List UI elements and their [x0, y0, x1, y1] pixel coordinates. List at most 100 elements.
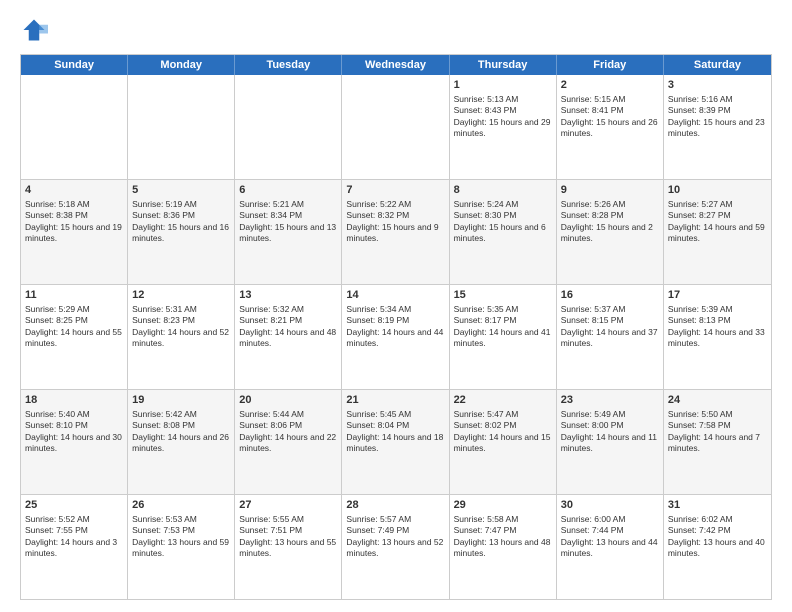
daylight-text: Daylight: 14 hours and 11 minutes.	[561, 432, 657, 453]
daylight-text: Daylight: 14 hours and 41 minutes.	[454, 327, 551, 348]
sunrise-text: Sunrise: 5:32 AM	[239, 304, 304, 314]
sunset-text: Sunset: 8:41 PM	[561, 105, 624, 115]
header-day-saturday: Saturday	[664, 55, 771, 75]
day-number: 4	[25, 183, 123, 198]
daylight-text: Daylight: 14 hours and 3 minutes.	[25, 537, 117, 558]
day-number: 17	[668, 288, 767, 303]
calendar-cell: 17Sunrise: 5:39 AMSunset: 8:13 PM Dayligh…	[664, 285, 771, 389]
header-day-monday: Monday	[128, 55, 235, 75]
calendar-cell	[235, 75, 342, 179]
calendar-cell	[128, 75, 235, 179]
day-number: 11	[25, 288, 123, 303]
sunrise-text: Sunrise: 5:34 AM	[346, 304, 411, 314]
daylight-text: Daylight: 14 hours and 26 minutes.	[132, 432, 229, 453]
calendar-cell: 9Sunrise: 5:26 AMSunset: 8:28 PMDaylight…	[557, 180, 664, 284]
header-day-thursday: Thursday	[450, 55, 557, 75]
sunrise-text: Sunrise: 5:39 AM	[668, 304, 733, 314]
day-number: 13	[239, 288, 337, 303]
sunset-text: Sunset: 8:25 PM	[25, 315, 88, 325]
day-number: 1	[454, 78, 552, 93]
sunset-text: Sunset: 8:43 PM	[454, 105, 517, 115]
sunrise-text: Sunrise: 5:49 AM	[561, 409, 626, 419]
day-number: 24	[668, 393, 767, 408]
sunrise-text: Sunrise: 5:31 AM	[132, 304, 197, 314]
day-number: 22	[454, 393, 552, 408]
sunrise-text: Sunrise: 5:19 AM	[132, 199, 197, 209]
sunrise-text: Sunrise: 5:53 AM	[132, 514, 197, 524]
daylight-text: Daylight: 13 hours and 44 minutes.	[561, 537, 658, 558]
calendar-cell: 30Sunrise: 6:00 AMSunset: 7:44 PM Dayligh…	[557, 495, 664, 599]
sunset-text: Sunset: 8:13 PM	[668, 315, 731, 325]
sunrise-text: Sunrise: 5:22 AM	[346, 199, 411, 209]
day-number: 20	[239, 393, 337, 408]
calendar-cell: 4Sunrise: 5:18 AMSunset: 8:38 PMDaylight…	[21, 180, 128, 284]
sunrise-text: Sunrise: 5:42 AM	[132, 409, 197, 419]
calendar-cell: 5Sunrise: 5:19 AMSunset: 8:36 PMDaylight…	[128, 180, 235, 284]
calendar-body: 1Sunrise: 5:13 AMSunset: 8:43 PM Daylight…	[21, 75, 771, 599]
calendar-row-4: 18Sunrise: 5:40 AMSunset: 8:10 PMDayligh…	[21, 389, 771, 494]
sunrise-text: Sunrise: 5:37 AM	[561, 304, 626, 314]
sunset-text: Sunset: 8:19 PM	[346, 315, 409, 325]
calendar-cell: 26Sunrise: 5:53 AMSunset: 7:53 PMDayligh…	[128, 495, 235, 599]
sunset-text: Sunset: 8:32 PM	[346, 210, 409, 220]
calendar-row-3: 11Sunrise: 5:29 AMSunset: 8:25 PMDayligh…	[21, 284, 771, 389]
sunrise-text: Sunrise: 5:52 AM	[25, 514, 90, 524]
day-number: 3	[668, 78, 767, 93]
daylight-text: Daylight: 15 hours and 16 minutes.	[132, 222, 229, 243]
sunset-text: Sunset: 8:21 PM	[239, 315, 302, 325]
daylight-text: Daylight: 15 hours and 19 minutes.	[25, 222, 122, 243]
daylight-text: Daylight: 13 hours and 48 minutes.	[454, 537, 551, 558]
daylight-text: Daylight: 15 hours and 26 minutes.	[561, 117, 658, 138]
daylight-text: Daylight: 15 hours and 29 minutes.	[454, 117, 551, 138]
calendar-cell: 13Sunrise: 5:32 AMSunset: 8:21 PMDayligh…	[235, 285, 342, 389]
calendar-cell: 22Sunrise: 5:47 AMSunset: 8:02 PMDayligh…	[450, 390, 557, 494]
day-number: 10	[668, 183, 767, 198]
sunrise-text: Sunrise: 5:24 AM	[454, 199, 519, 209]
calendar-header: SundayMondayTuesdayWednesdayThursdayFrid…	[21, 55, 771, 75]
sunset-text: Sunset: 8:00 PM	[561, 420, 624, 430]
calendar-cell: 19Sunrise: 5:42 AMSunset: 8:08 PM Dayligh…	[128, 390, 235, 494]
sunset-text: Sunset: 8:30 PM	[454, 210, 517, 220]
sunrise-text: Sunrise: 5:44 AM	[239, 409, 304, 419]
header-day-sunday: Sunday	[21, 55, 128, 75]
sunrise-text: Sunrise: 5:45 AM	[346, 409, 411, 419]
sunset-text: Sunset: 8:08 PM	[132, 420, 195, 430]
sunrise-text: Sunrise: 5:57 AM	[346, 514, 411, 524]
daylight-text: Daylight: 15 hours and 13 minutes.	[239, 222, 336, 243]
day-number: 15	[454, 288, 552, 303]
daylight-text: Daylight: 14 hours and 33 minutes.	[668, 327, 765, 348]
calendar-row-2: 4Sunrise: 5:18 AMSunset: 8:38 PMDaylight…	[21, 179, 771, 284]
daylight-text: Daylight: 14 hours and 18 minutes.	[346, 432, 443, 453]
calendar-cell: 24Sunrise: 5:50 AMSunset: 7:58 PMDayligh…	[664, 390, 771, 494]
sunrise-text: Sunrise: 5:40 AM	[25, 409, 90, 419]
day-number: 28	[346, 498, 444, 513]
day-number: 14	[346, 288, 444, 303]
day-number: 12	[132, 288, 230, 303]
daylight-text: Daylight: 15 hours and 9 minutes.	[346, 222, 438, 243]
sunset-text: Sunset: 7:58 PM	[668, 420, 731, 430]
day-number: 21	[346, 393, 444, 408]
sunset-text: Sunset: 7:47 PM	[454, 525, 517, 535]
daylight-text: Daylight: 13 hours and 52 minutes.	[346, 537, 443, 558]
calendar-cell: 28Sunrise: 5:57 AMSunset: 7:49 PM Dayligh…	[342, 495, 449, 599]
daylight-text: Daylight: 14 hours and 15 minutes.	[454, 432, 551, 453]
sunset-text: Sunset: 8:17 PM	[454, 315, 517, 325]
sunrise-text: Sunrise: 5:13 AM	[454, 94, 519, 104]
daylight-text: Daylight: 13 hours and 59 minutes.	[132, 537, 229, 558]
calendar-cell: 21Sunrise: 5:45 AMSunset: 8:04 PMDayligh…	[342, 390, 449, 494]
day-number: 30	[561, 498, 659, 513]
sunrise-text: Sunrise: 6:00 AM	[561, 514, 626, 524]
sunset-text: Sunset: 7:55 PM	[25, 525, 88, 535]
sunset-text: Sunset: 7:49 PM	[346, 525, 409, 535]
calendar-cell: 12Sunrise: 5:31 AMSunset: 8:23 PMDayligh…	[128, 285, 235, 389]
day-number: 9	[561, 183, 659, 198]
calendar-cell: 2Sunrise: 5:15 AMSunset: 8:41 PMDaylight…	[557, 75, 664, 179]
daylight-text: Daylight: 14 hours and 7 minutes.	[668, 432, 760, 453]
logo	[20, 16, 52, 44]
calendar-cell: 8Sunrise: 5:24 AMSunset: 8:30 PMDaylight…	[450, 180, 557, 284]
daylight-text: Daylight: 15 hours and 23 minutes.	[668, 117, 765, 138]
day-number: 19	[132, 393, 230, 408]
sunset-text: Sunset: 8:02 PM	[454, 420, 517, 430]
sunset-text: Sunset: 7:44 PM	[561, 525, 624, 535]
sunrise-text: Sunrise: 5:15 AM	[561, 94, 626, 104]
